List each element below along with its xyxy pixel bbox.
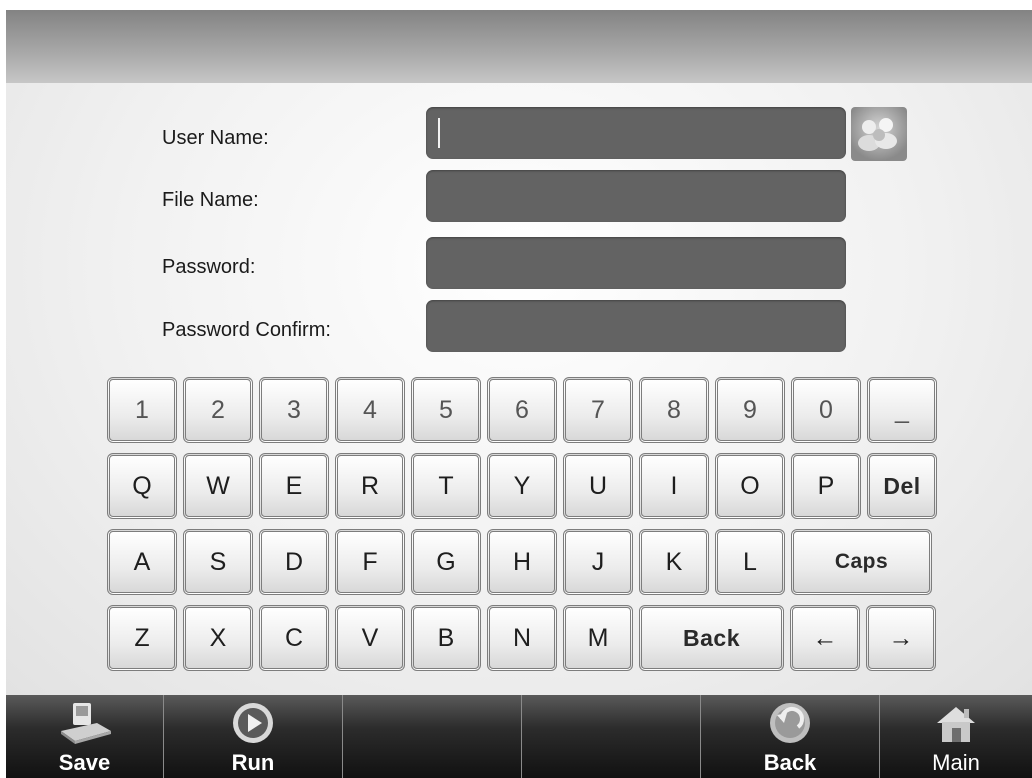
- user-lookup-button[interactable]: [851, 107, 907, 161]
- key-3[interactable]: 3: [259, 377, 329, 443]
- key-del[interactable]: Del: [867, 453, 937, 519]
- password-confirm-label: Password Confirm:: [162, 319, 331, 341]
- key-4[interactable]: 4: [335, 377, 405, 443]
- key-left-arrow[interactable]: ←: [790, 605, 860, 671]
- key-7[interactable]: 7: [563, 377, 633, 443]
- bottom-toolbar: Save Run Back Main: [6, 695, 1032, 778]
- key-r[interactable]: R: [335, 453, 405, 519]
- save-icon: [60, 703, 111, 744]
- main-button[interactable]: Main: [880, 695, 1032, 778]
- key-2[interactable]: 2: [183, 377, 253, 443]
- key-9[interactable]: 9: [715, 377, 785, 443]
- key-a[interactable]: A: [107, 529, 177, 595]
- run-label: Run: [231, 750, 275, 775]
- save-button[interactable]: Save: [6, 695, 164, 778]
- key-u[interactable]: U: [563, 453, 633, 519]
- key-t[interactable]: T: [411, 453, 481, 519]
- users-icon: [858, 118, 897, 151]
- key-d[interactable]: D: [259, 529, 329, 595]
- key-w[interactable]: W: [183, 453, 253, 519]
- screen: User Name: File Name: Password: Password…: [6, 10, 1032, 778]
- key-s[interactable]: S: [183, 529, 253, 595]
- key-6[interactable]: 6: [487, 377, 557, 443]
- key-y[interactable]: Y: [487, 453, 557, 519]
- save-label: Save: [58, 750, 111, 775]
- password-confirm-input[interactable]: [426, 300, 846, 352]
- back-button[interactable]: Back: [701, 695, 880, 778]
- key-j[interactable]: J: [563, 529, 633, 595]
- user-name-label: User Name:: [162, 127, 269, 149]
- user-name-input[interactable]: [426, 107, 846, 159]
- key-underscore[interactable]: _: [867, 377, 937, 443]
- file-name-input[interactable]: [426, 170, 846, 222]
- key-h[interactable]: H: [487, 529, 557, 595]
- key-o[interactable]: O: [715, 453, 785, 519]
- key-g[interactable]: G: [411, 529, 481, 595]
- key-caps[interactable]: Caps: [791, 529, 932, 595]
- key-n[interactable]: N: [487, 605, 557, 671]
- key-c[interactable]: C: [259, 605, 329, 671]
- back-arrow-icon: [770, 703, 810, 743]
- toolbar-empty-slot-2: [522, 695, 701, 778]
- back-label: Back: [763, 750, 817, 775]
- password-input[interactable]: [426, 237, 846, 289]
- key-e[interactable]: E: [259, 453, 329, 519]
- key-v[interactable]: V: [335, 605, 405, 671]
- key-k[interactable]: K: [639, 529, 709, 595]
- key-b[interactable]: B: [411, 605, 481, 671]
- key-5[interactable]: 5: [411, 377, 481, 443]
- run-button[interactable]: Run: [164, 695, 343, 778]
- key-right-arrow[interactable]: →: [866, 605, 936, 671]
- key-i[interactable]: I: [639, 453, 709, 519]
- file-name-label: File Name:: [162, 189, 259, 211]
- toolbar-empty-slot-1: [343, 695, 522, 778]
- key-p[interactable]: P: [791, 453, 861, 519]
- play-icon: [233, 703, 273, 743]
- key-1[interactable]: 1: [107, 377, 177, 443]
- key-m[interactable]: M: [563, 605, 633, 671]
- key-z[interactable]: Z: [107, 605, 177, 671]
- key-back[interactable]: Back: [639, 605, 784, 671]
- key-q[interactable]: Q: [107, 453, 177, 519]
- password-label: Password:: [162, 256, 256, 278]
- title-bar: [6, 10, 1032, 83]
- key-x[interactable]: X: [183, 605, 253, 671]
- key-l[interactable]: L: [715, 529, 785, 595]
- key-f[interactable]: F: [335, 529, 405, 595]
- key-8[interactable]: 8: [639, 377, 709, 443]
- main-label: Main: [932, 750, 980, 775]
- home-icon: [937, 707, 975, 742]
- text-caret: [438, 118, 440, 148]
- key-0[interactable]: 0: [791, 377, 861, 443]
